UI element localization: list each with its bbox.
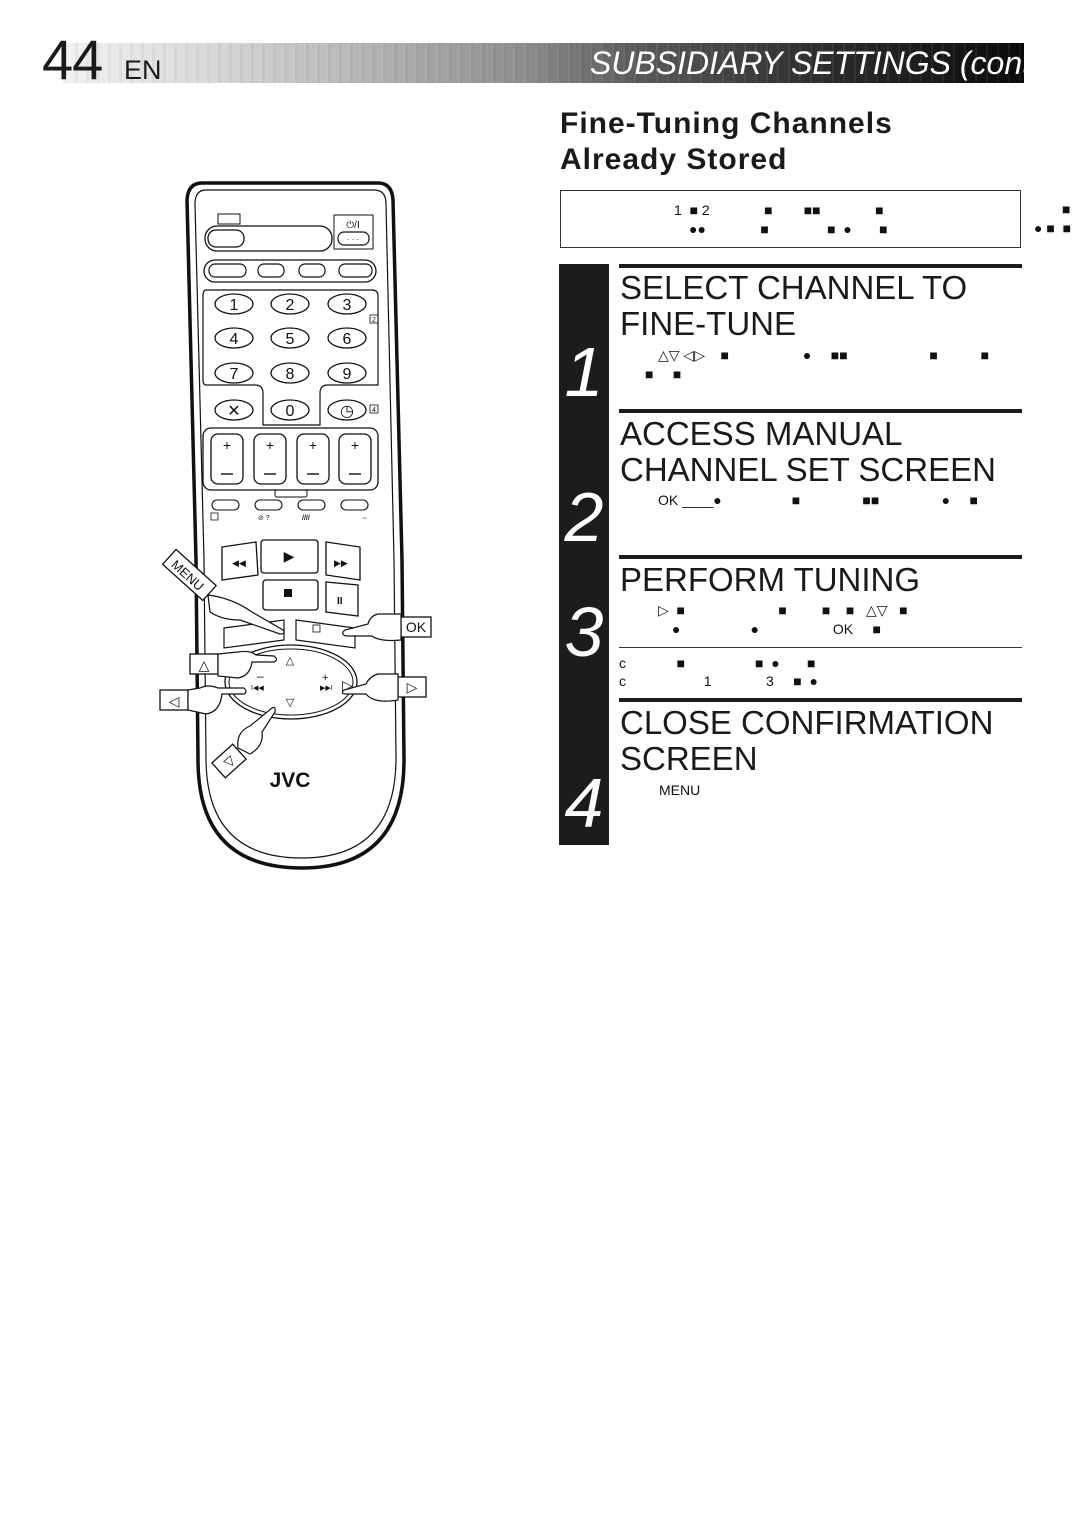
svg-text:◷: ◷ [340, 403, 354, 420]
intro-line-2: ●● ■ ■ ● ■ [689, 221, 888, 237]
step-2-body-line-1: OK ____● ■ ■■ ● ■ [658, 492, 978, 508]
step-2-title-line-1: ACCESS MANUAL [620, 415, 903, 452]
svg-text:4: 4 [372, 407, 376, 414]
step-3-notes-rule [619, 647, 1022, 648]
page-heading: Fine-Tuning Channels Already Stored [560, 106, 893, 178]
number-key-label: 1 [230, 297, 239, 314]
step-3-rule [619, 555, 1022, 559]
page-language: EN [124, 55, 162, 85]
svg-text:////: //// [302, 515, 310, 522]
number-key-label: 9 [343, 366, 352, 383]
power-icon: ⏻/I [346, 220, 359, 231]
step-1-body-line-1: △▽ ◁▷ ■ ● ■■ ■ ■ [658, 347, 990, 363]
svg-text:+: + [266, 437, 274, 453]
step-3-body-line-2: ● ● OK ■ [672, 621, 881, 637]
svg-text:–: – [257, 669, 264, 683]
svg-text:✕: ✕ [227, 403, 240, 420]
step-4-rule [619, 698, 1022, 702]
svg-text:▶▶: ▶▶ [334, 558, 348, 568]
svg-text:◁: ◁ [169, 693, 180, 709]
step-4-title-line-2: SCREEN [620, 740, 758, 777]
svg-text:+: + [351, 437, 359, 453]
svg-text:I◀◀: I◀◀ [251, 685, 264, 692]
svg-text:◀◀: ◀◀ [232, 558, 246, 568]
svg-text:+: + [322, 672, 328, 684]
step-1-number: 1 [564, 333, 604, 411]
svg-text:▽: ▽ [286, 697, 295, 709]
play-icon: ▶ [284, 548, 295, 564]
stop-icon [284, 589, 292, 597]
step-3-number: 3 [564, 593, 604, 671]
pause-icon: II [337, 596, 343, 607]
step-1-rule [619, 264, 1022, 268]
svg-text:+: + [223, 437, 231, 453]
intro-overflow-1: ■ [1062, 201, 1071, 217]
step-2-number: 2 [564, 478, 604, 556]
step-2-title-line-2: CHANNEL SET SCREEN [620, 451, 996, 488]
remote-control-illustration: ⏻/I · · · 1 2 3 4 5 6 7 8 9 ✕ 0 ◷ 2 4 + + + + ⊘ ? ////… [159, 181, 432, 870]
step-3-title-line-1: PERFORM TUNING [620, 561, 921, 598]
svg-text:▷: ▷ [407, 679, 418, 695]
page-number: 44 [42, 28, 103, 91]
step-1-title-line-1: SELECT CHANNEL TO [620, 269, 968, 306]
number-key-label: 6 [343, 331, 352, 348]
svg-text:0: 0 [286, 403, 295, 420]
number-key-label: 3 [343, 297, 352, 314]
svg-text:· · ·: · · · [347, 235, 359, 244]
step-2-rule [619, 409, 1022, 413]
heading-line-1: Fine-Tuning Channels [560, 107, 893, 140]
step-3-note-2: c 1 3 ■ ● [619, 673, 818, 689]
step-1-body-line-2: ■ ■ [645, 366, 682, 382]
step-4-title-line-1: CLOSE CONFIRMATION [620, 704, 994, 741]
step-3-note-1: c ■ ■ ● ■ [619, 655, 816, 671]
jvc-logo: JVC [270, 769, 311, 792]
svg-text:⊘ ?: ⊘ ? [258, 515, 270, 522]
step-4-number: 4 [564, 764, 604, 842]
svg-text:⇔: ⇔ [361, 515, 368, 522]
svg-text:OK: OK [406, 619, 427, 635]
number-key-label: 2 [286, 297, 295, 314]
number-key-label: 4 [230, 331, 239, 348]
number-key-label: 8 [286, 366, 295, 383]
number-key-label: 7 [230, 366, 239, 383]
step-3-body-line-1: ▷ ■ ■ ■ ■ △▽ ■ [658, 602, 908, 618]
section-title: SUBSIDIARY SETTINGS (cont [590, 45, 1024, 81]
intro-box: 1 ■ 2 ■ ■■ ■ ●● ■ ■ ● ■ [560, 190, 1021, 248]
svg-text:△: △ [199, 657, 210, 673]
svg-text:+: + [309, 437, 317, 453]
intro-line-1: 1 ■ 2 ■ ■■ ■ [674, 202, 884, 218]
step-4-body-line-1: MENU [659, 782, 701, 798]
heading-line-2: Already Stored [560, 143, 788, 176]
number-key-label: 5 [286, 331, 295, 348]
svg-text:△: △ [286, 655, 295, 667]
intro-overflow-2: ● ■ ■ [1034, 220, 1072, 236]
step-1-title-line-2: FINE-TUNE [620, 305, 796, 342]
svg-text:2: 2 [372, 317, 376, 324]
svg-text:▶▶I: ▶▶I [320, 685, 333, 692]
